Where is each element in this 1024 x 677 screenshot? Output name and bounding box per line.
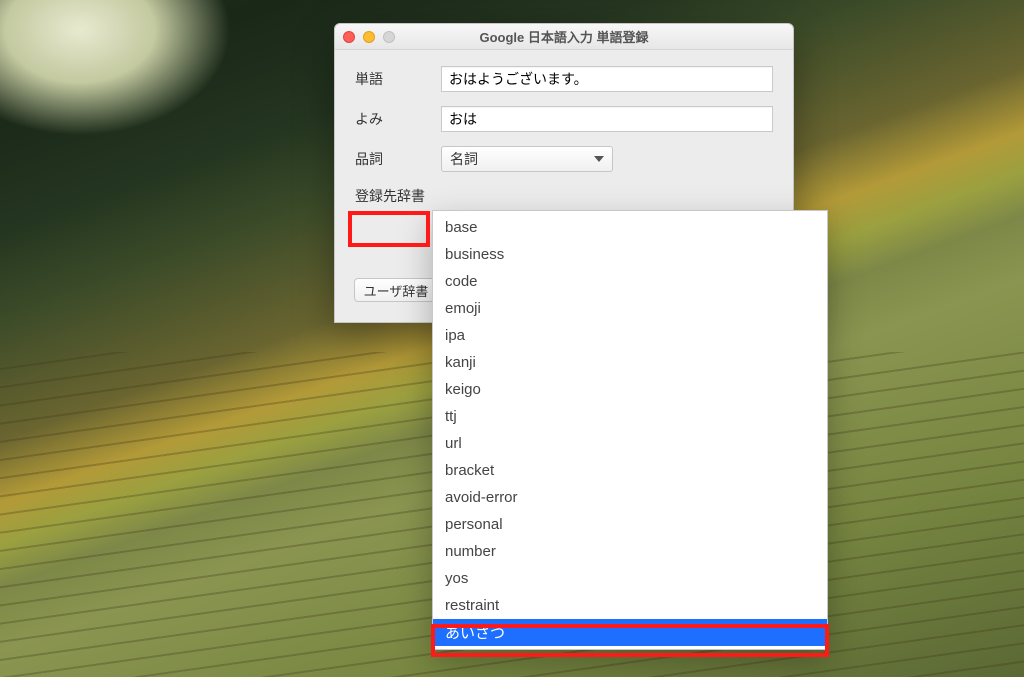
yomi-label: よみ <box>355 109 441 129</box>
close-icon[interactable] <box>343 31 355 43</box>
dropdown-item[interactable]: url <box>433 430 827 457</box>
dropdown-item-label: keigo <box>445 381 481 398</box>
dropdown-item-label: ttj <box>445 408 457 425</box>
minimize-icon[interactable] <box>363 31 375 43</box>
dropdown-item-label: あいさつ <box>445 622 505 643</box>
dropdown-item-label: bracket <box>445 462 494 479</box>
dropdown-item[interactable]: business <box>433 241 827 268</box>
dropdown-item[interactable]: bracket <box>433 457 827 484</box>
dropdown-item-label: kanji <box>445 354 476 371</box>
yomi-input[interactable] <box>441 106 773 132</box>
maximize-icon <box>383 31 395 43</box>
dictionary-dropdown[interactable]: base business code emoji ipa kanji keigo ttj url… <box>432 210 828 650</box>
word-label: 単語 <box>355 69 441 89</box>
dropdown-item[interactable]: あいさつ <box>433 619 827 646</box>
dropdown-item[interactable]: yos <box>433 565 827 592</box>
dropdown-item[interactable]: ipa <box>433 322 827 349</box>
dropdown-item-label: restraint <box>445 597 499 614</box>
dropdown-item-label: ipa <box>445 327 465 344</box>
dropdown-item-label: url <box>445 435 462 452</box>
window-title: Google 日本語入力 単語登録 <box>335 27 793 46</box>
chevron-down-icon <box>594 156 604 162</box>
dropdown-item[interactable]: code <box>433 268 827 295</box>
dropdown-item[interactable]: keigo <box>433 376 827 403</box>
dropdown-item-label: code <box>445 273 478 290</box>
dropdown-item-label: number <box>445 543 496 560</box>
dropdown-item-label: emoji <box>445 300 481 317</box>
word-input[interactable] <box>441 66 773 92</box>
dropdown-item-label: base <box>445 219 478 236</box>
dropdown-item[interactable]: restraint <box>433 592 827 619</box>
dropdown-item-label: yos <box>445 570 468 587</box>
window-controls <box>343 31 395 43</box>
titlebar: Google 日本語入力 単語登録 <box>335 24 793 50</box>
user-dictionary-button[interactable]: ユーザ辞書 <box>354 278 438 302</box>
pos-value: 名詞 <box>450 149 478 169</box>
dropdown-item[interactable]: avoid-error <box>433 484 827 511</box>
dropdown-item[interactable]: personal <box>433 511 827 538</box>
dropdown-item-label: business <box>445 246 504 263</box>
pos-label: 品詞 <box>355 149 441 169</box>
dropdown-item[interactable]: base <box>433 214 827 241</box>
dropdown-item-label: avoid-error <box>445 489 518 506</box>
dropdown-item[interactable]: kanji <box>433 349 827 376</box>
dropdown-item-label: personal <box>445 516 503 533</box>
dropdown-item[interactable]: ttj <box>433 403 827 430</box>
pos-select[interactable]: 名詞 <box>441 146 613 172</box>
dictionary-label: 登録先辞書 <box>355 186 441 206</box>
dropdown-item[interactable]: number <box>433 538 827 565</box>
dropdown-item[interactable]: emoji <box>433 295 827 322</box>
